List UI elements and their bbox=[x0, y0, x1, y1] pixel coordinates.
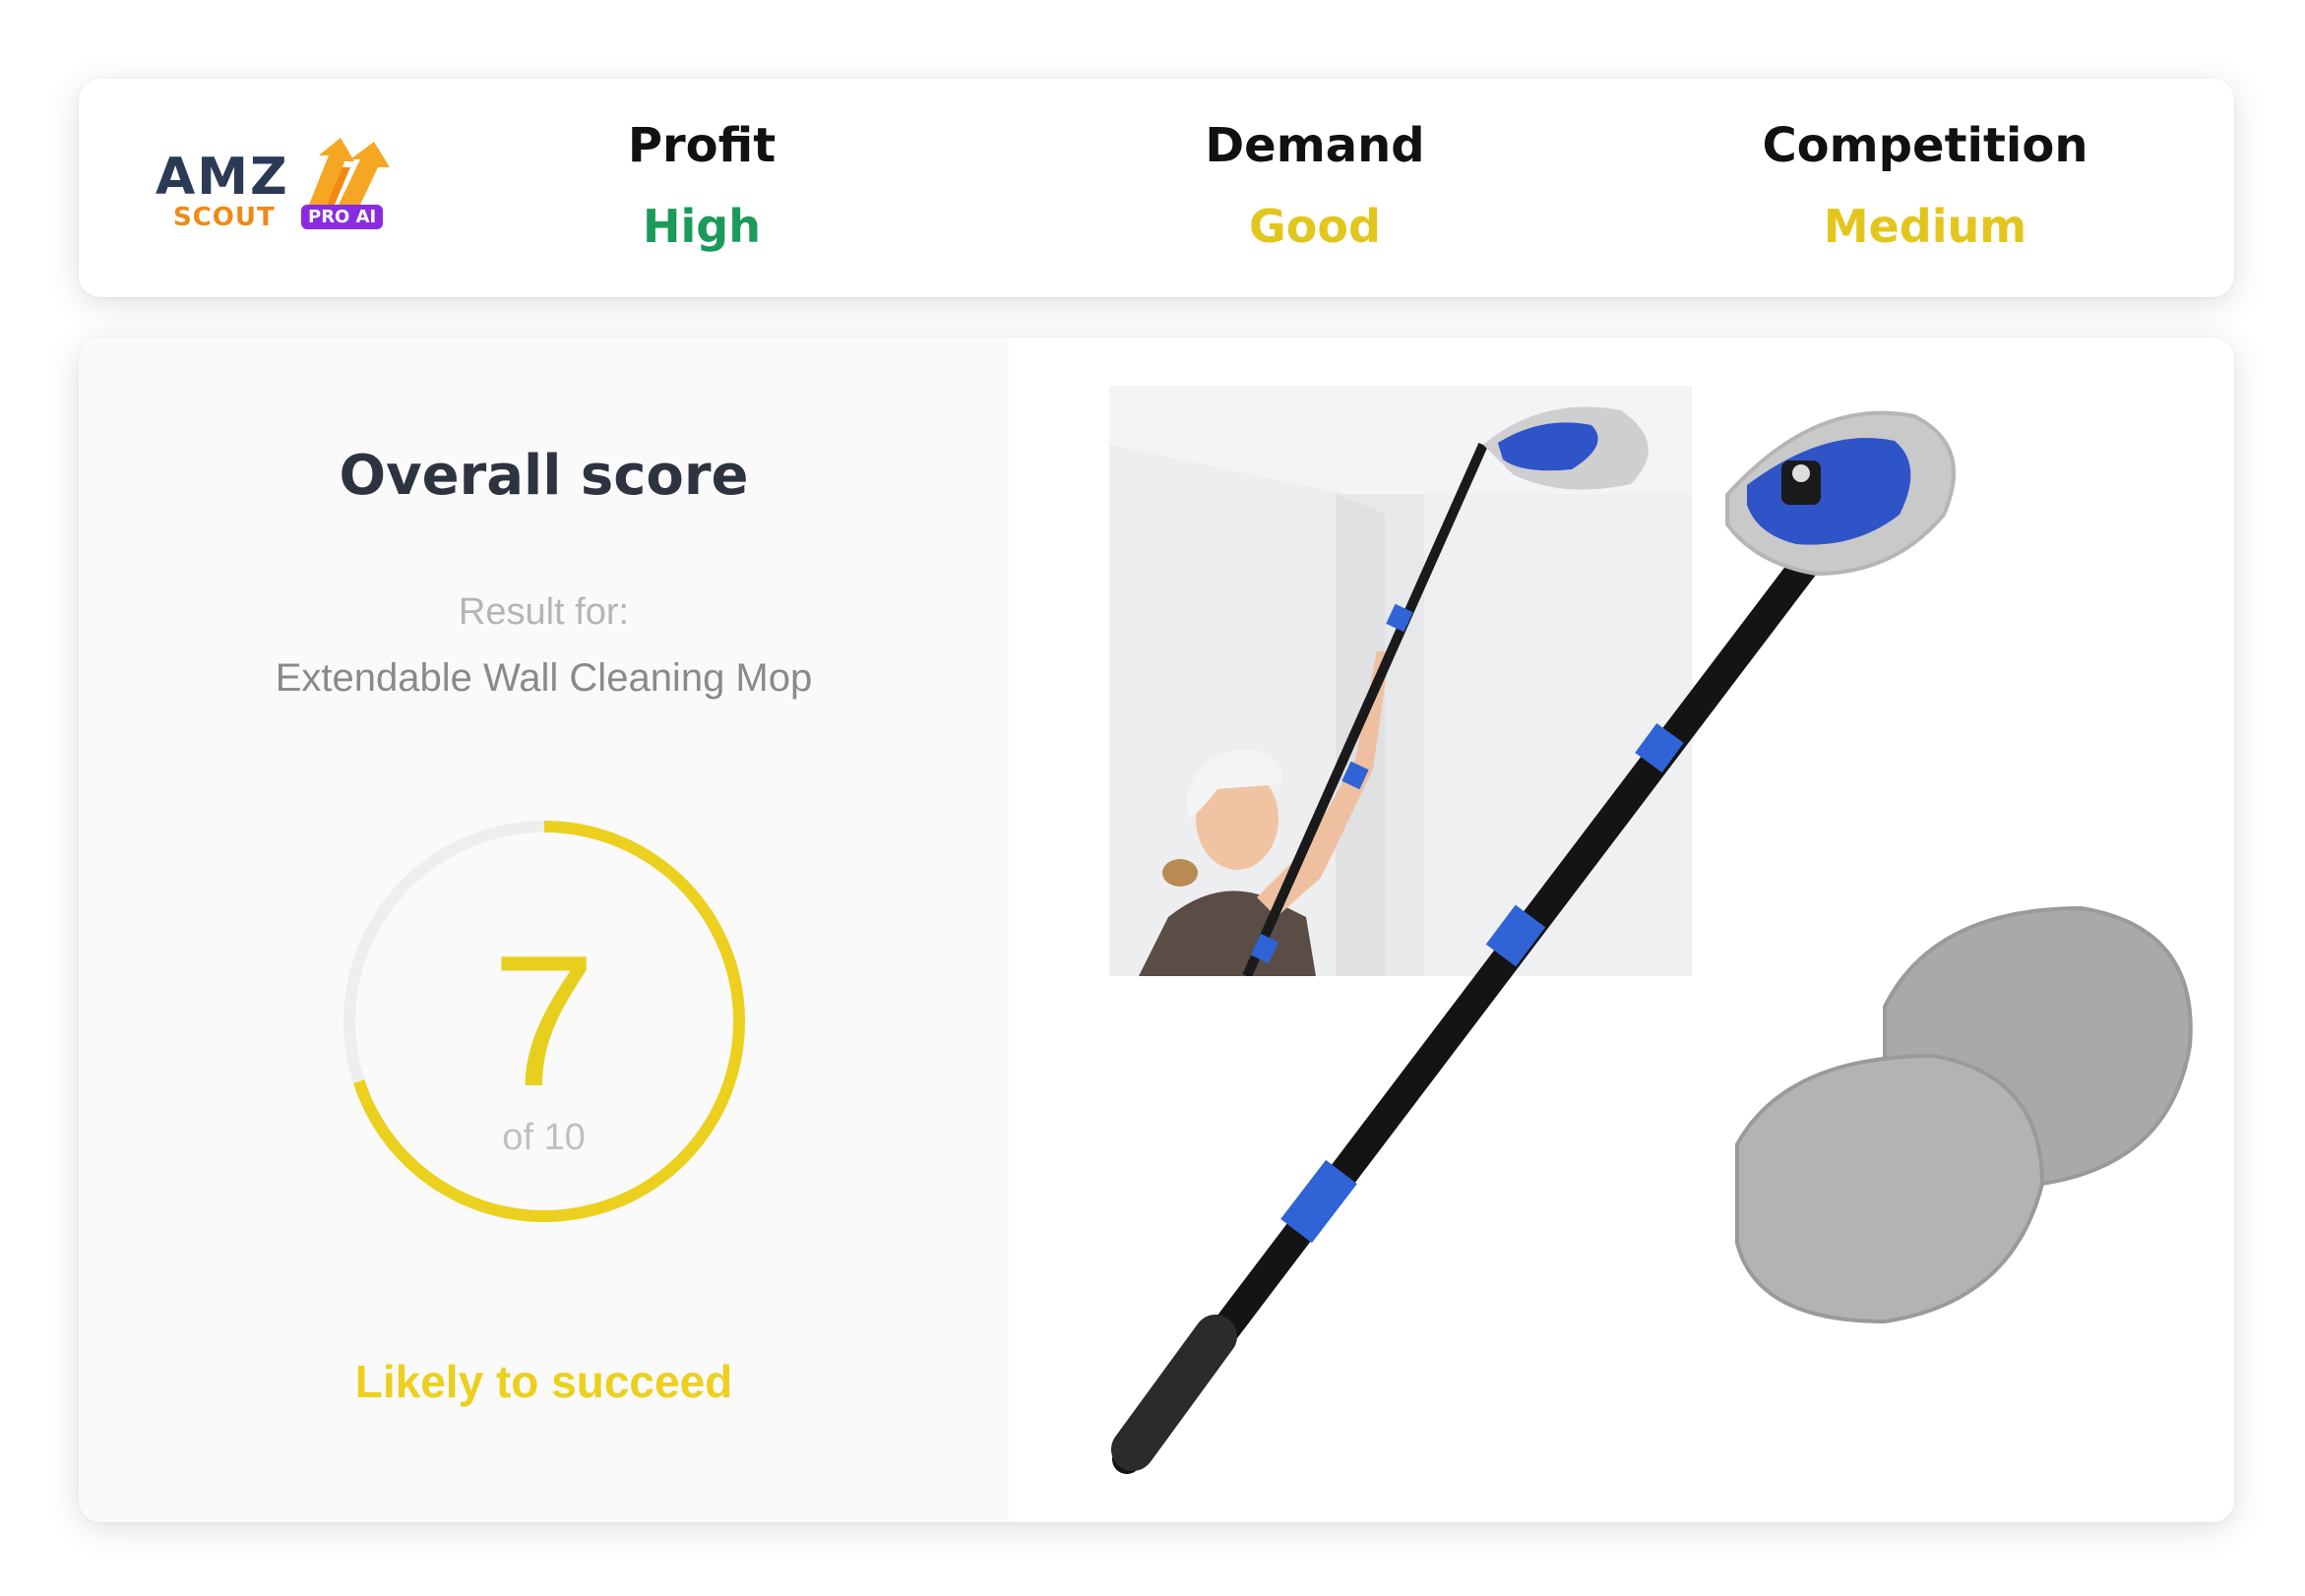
score-scale: of 10 bbox=[502, 1117, 586, 1158]
overall-score-title: Overall score bbox=[339, 444, 749, 508]
metric-competition: Competition Medium bbox=[1728, 116, 2122, 256]
metric-demand: Demand Good bbox=[1118, 116, 1512, 256]
score-value: 7 bbox=[491, 917, 596, 1126]
result-card: Overall score Result for: Extendable Wal… bbox=[79, 338, 2234, 1522]
result-for-label: Result for: bbox=[458, 591, 630, 633]
metric-value: High bbox=[643, 200, 761, 253]
logo-sub-text: SCOUT bbox=[173, 203, 276, 232]
score-verdict: Likely to succeed bbox=[354, 1356, 733, 1407]
logo-badge: PRO AI bbox=[301, 205, 384, 229]
metric-value: Medium bbox=[1823, 200, 2027, 253]
metric-label: Demand bbox=[1205, 118, 1425, 173]
logo-brand-text: AMZ bbox=[156, 148, 289, 207]
logo-arrow-icon bbox=[309, 138, 390, 205]
product-photo bbox=[1111, 410, 2193, 1474]
product-name: Extendable Wall Cleaning Mop bbox=[275, 656, 813, 700]
amzscout-logo: AMZ SCOUT PRO AI bbox=[156, 138, 411, 246]
summary-card: AMZ SCOUT PRO AI Profit High Demand Good… bbox=[79, 79, 2234, 297]
metric-label: Profit bbox=[627, 118, 777, 173]
metric-label: Competition bbox=[1762, 118, 2088, 173]
metric-profit: Profit High bbox=[505, 116, 899, 256]
score-panel: Overall score Result for: Extendable Wal… bbox=[79, 338, 1009, 1522]
metric-value: Good bbox=[1249, 200, 1381, 253]
product-image-panel bbox=[1009, 338, 2234, 1522]
